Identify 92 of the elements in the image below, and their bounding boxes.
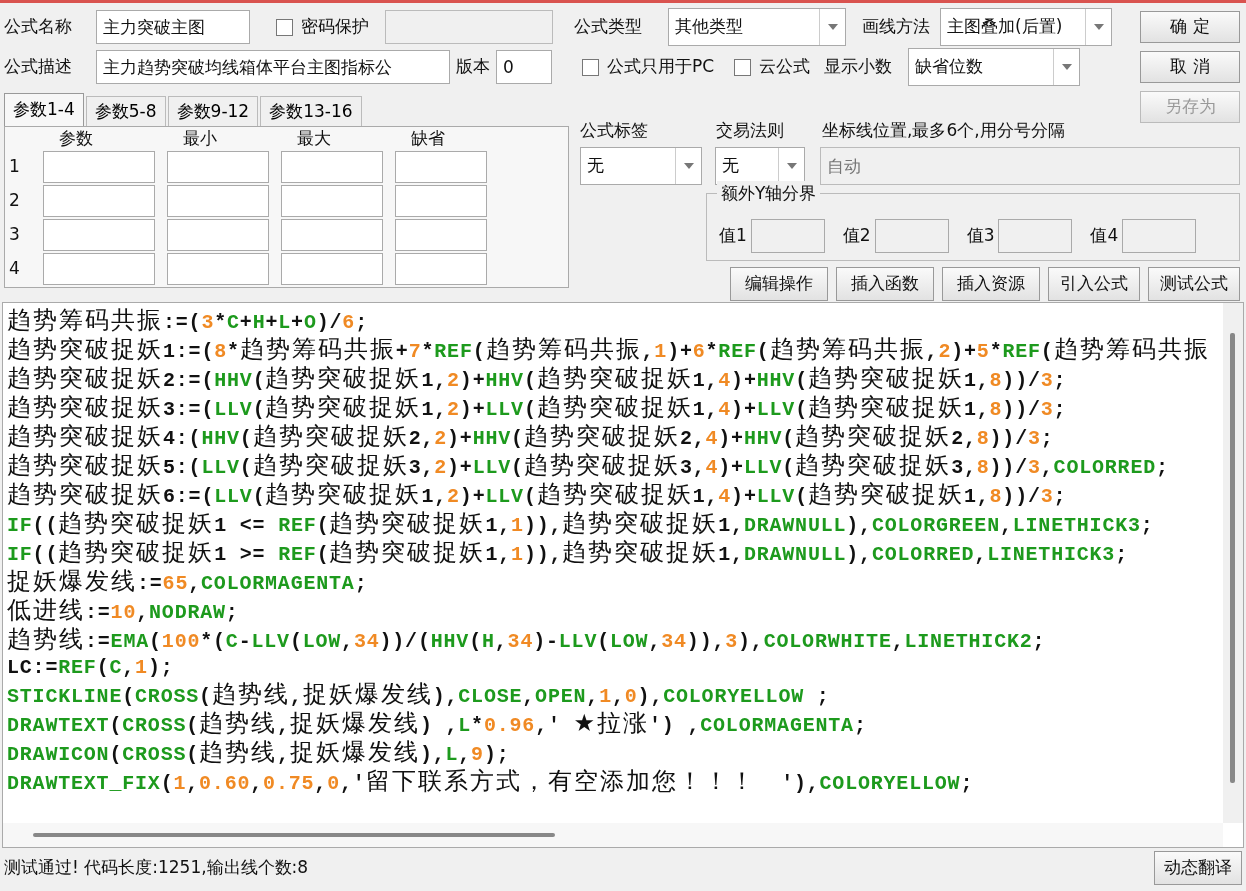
field-label: 画线方法 [862,15,930,39]
input-field[interactable]: 主力突破主图 [96,10,250,44]
code-line: 趋势突破捉妖4:(HHV(趋势突破捉妖2,2)+HHV(趋势突破捉妖2,4)+HHV(趋势突破捉妖2,8))/3; [7,423,1055,452]
field-label: 公式描述 [4,55,73,79]
input-field[interactable] [167,253,269,285]
input-field[interactable] [43,253,155,285]
field-label: 公式标签 [580,118,649,142]
checkbox[interactable] [734,58,752,76]
code-line: 趋势突破捉妖1:=(8*趋势筹码共振+7*REF(趋势筹码共振,1)+6*REF(趋势筹码共振,2)+5*REF(趋势筹码共振 [7,336,1211,365]
input-field[interactable]: 0 [496,50,552,84]
code-line: STICKLINE(CROSS(趋势线,捉妖爆发线),CLOSE,OPEN,1,0),COLORYELLOW ; [7,681,831,710]
column-header: 最大 [296,127,332,149]
code-line: 趋势突破捉妖5:(LLV(趋势突破捉妖3,2)+LLV(趋势突破捉妖3,4)+LLV(趋势突破捉妖3,8))/3,COLORRED; [7,452,1170,481]
button[interactable]: 取 消 [1140,51,1240,83]
dropdown-arrow-icon [683,163,694,169]
tab[interactable]: 参数1-4 [4,93,84,126]
vertical-scrollbar[interactable] [1223,303,1243,823]
code-line: 趋势筹码共振:=(3*C+H+L+O)/6; [7,307,369,336]
code-line: IF((趋势突破捉妖1 <= REF(趋势突破捉妖1,1)),趋势突破捉妖1,DRAWNULL),COLORGREEN,LINETHICK3; [7,510,1155,539]
field-label: 交易法则 [716,118,785,142]
row-number: 1 [9,155,21,179]
field-label: 公式名称 [4,15,73,39]
input-field[interactable] [43,219,155,251]
input-field[interactable] [395,185,487,217]
status-text: 测试通过! 代码长度:1251,输出线个数:8 [4,856,309,880]
dropdown-arrow-icon [827,24,838,30]
field-label: 值4 [1090,224,1119,248]
button[interactable]: 测试公式 [1148,267,1240,301]
button[interactable]: 插入资源 [942,267,1040,301]
input-field[interactable] [281,151,383,183]
input-field[interactable] [43,151,155,183]
code-line: 趋势突破捉妖6:=(LLV(趋势突破捉妖1,2)+LLV(趋势突破捉妖1,4)+LLV(趋势突破捉妖1,8))/3; [7,481,1068,510]
code-line: 趋势突破捉妖2:=(HHV(趋势突破捉妖1,2)+HHV(趋势突破捉妖1,4)+HHV(趋势突破捉妖1,8))/3; [7,365,1068,394]
code-line: 低进线:=10,NODRAW; [7,597,240,626]
field-label: 坐标线位置,最多6个,用分号分隔 [822,118,1065,142]
input-field[interactable] [167,219,269,251]
code-line: DRAWTEXT(CROSS(趋势线,捉妖爆发线) ,L*0.96,' ★拉涨') ,COLORMAGENTA; [7,710,868,739]
button[interactable]: 插入函数 [836,267,934,301]
input-field[interactable] [1122,219,1197,253]
code-line: 捉妖爆发线:=65,COLORMAGENTA; [7,568,369,597]
button[interactable]: 确 定 [1140,11,1240,43]
column-header: 缺省 [410,127,446,149]
code-line: LC:=REF(C,1); [7,655,175,681]
column-header: 参数 [58,127,94,149]
input-field[interactable] [874,219,949,253]
field-label: 版本 [456,55,490,79]
row-number: 2 [9,189,21,213]
column-header: 最小 [182,127,218,149]
input-field[interactable] [395,253,487,285]
input-field[interactable] [395,151,487,183]
button[interactable]: 编辑操作 [730,267,828,301]
input-field[interactable] [167,185,269,217]
field-label: 值1 [719,224,747,248]
input-field[interactable] [750,219,825,253]
field-label: 显示小数 [824,55,893,79]
code-line: IF((趋势突破捉妖1 >= REF(趋势突破捉妖1,1)),趋势突破捉妖1,DRAWNULL),COLORRED,LINETHICK3; [7,539,1129,568]
dropdown[interactable]: 缺省位数 [908,48,1081,86]
dropdown[interactable]: 无 [580,147,702,185]
input-field[interactable] [998,219,1073,253]
checkbox-label: 密码保护 [301,15,369,39]
tab[interactable]: 参数5-8 [85,95,166,126]
dropdown[interactable]: 无 [715,147,805,185]
dropdown[interactable]: 主图叠加(后置) [940,8,1112,46]
input-field[interactable]: 主力趋势突破均线箱体平台主图指标公 [96,50,450,84]
input-field[interactable] [281,253,383,285]
dropdown[interactable]: 其他类型 [668,8,846,46]
dropdown-arrow-icon [786,163,797,169]
row-number: 4 [9,257,21,281]
checkbox[interactable] [276,18,293,36]
tab[interactable]: 参数13-16 [260,95,362,126]
code-line: DRAWICON(CROSS(趋势线,捉妖爆发线),L,9); [7,739,511,768]
button[interactable]: 引入公式 [1048,267,1140,301]
tab[interactable]: 参数9-12 [167,95,259,126]
field-label: 值2 [842,224,871,248]
field-label: 公式类型 [574,15,643,39]
row-number: 3 [9,223,21,247]
button[interactable]: 动态翻译 [1154,851,1242,885]
input-field[interactable] [43,185,155,217]
dropdown-arrow-icon [1093,24,1104,30]
input-field[interactable] [395,219,487,251]
input-field[interactable] [281,219,383,251]
checkbox-label: 公式只用于PC [607,55,715,79]
checkbox[interactable] [582,58,599,76]
dropdown-arrow-icon [1061,64,1072,70]
horizontal-scrollbar[interactable] [3,823,1223,847]
field-label: 值3 [966,224,995,248]
input-field[interactable] [281,185,383,217]
code-line: DRAWTEXT_FIX(1,0.60,0.75,0,'留下联系方式，有空添加您！！！ '),COLORYELLOW; [7,768,975,797]
code-line: 趋势突破捉妖3:=(LLV(趋势突破捉妖1,2)+LLV(趋势突破捉妖1,4)+LLV(趋势突破捉妖1,8))/3; [7,394,1068,423]
input-field[interactable] [167,151,269,183]
checkbox-label: 云公式 [759,55,811,79]
code-line: 趋势线:=EMA(100*(C-LLV(LOW,34))/(HHV(H,34)-LLV(LOW,34)),3),COLORWHITE,LINETHICK2; [7,626,1047,655]
